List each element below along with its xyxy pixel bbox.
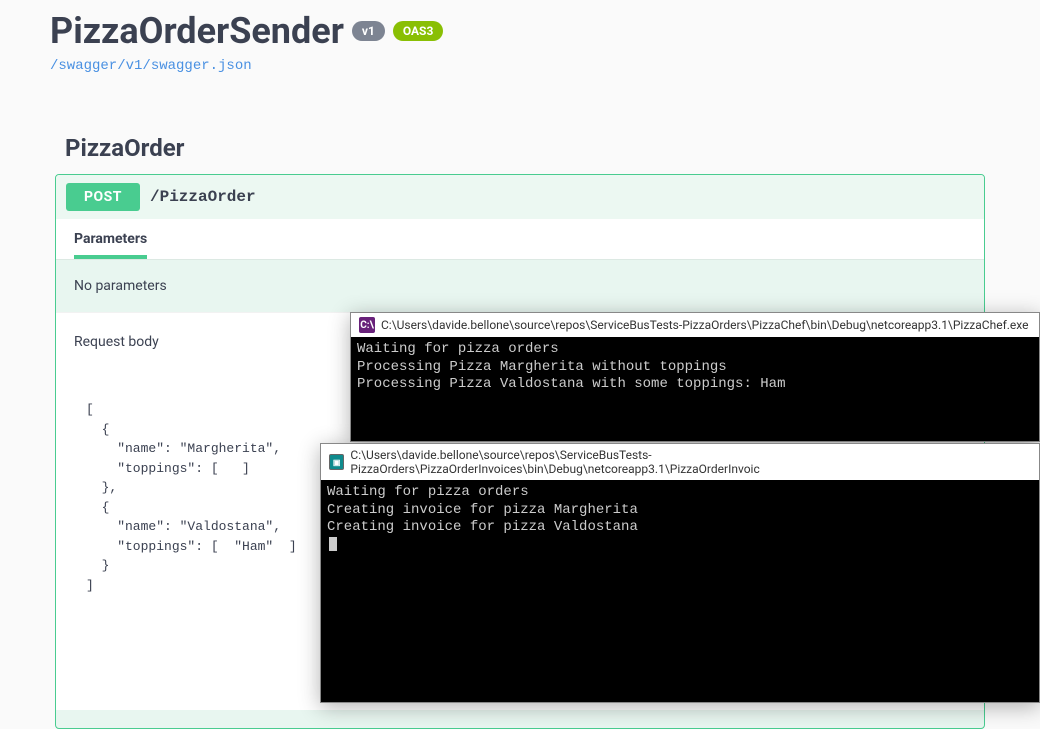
cursor-icon <box>329 537 337 551</box>
terminal-pizzaorderinvoices[interactable]: ▣ C:\Users\davide.bellone\source\repos\S… <box>320 443 1040 703</box>
parameters-tab-row: Parameters <box>56 219 984 259</box>
operation-summary[interactable]: POST /PizzaOrder <box>56 175 984 219</box>
console-icon: ▣ <box>329 454 344 470</box>
swagger-json-link[interactable]: /swagger/v1/swagger.json <box>50 58 252 74</box>
terminal-output: Waiting for pizza orders Creating invoic… <box>321 480 1039 558</box>
terminal-titlebar[interactable]: ▣ C:\Users\davide.bellone\source\repos\S… <box>321 444 1039 480</box>
endpoint-path: /PizzaOrder <box>150 188 256 206</box>
console-icon: C:\ <box>359 317 375 333</box>
oas-badge: OAS3 <box>393 21 444 41</box>
terminal-title: C:\Users\davide.bellone\source\repos\Ser… <box>350 448 1031 476</box>
terminal-title: C:\Users\davide.bellone\source\repos\Ser… <box>381 318 1028 332</box>
request-body-label: Request body <box>74 334 159 350</box>
version-badge: v1 <box>352 21 385 41</box>
http-method-label: POST <box>66 183 140 211</box>
parameters-tab[interactable]: Parameters <box>74 231 147 259</box>
no-parameters-text: No parameters <box>56 259 984 312</box>
terminal-output: Waiting for pizza orders Processing Pizz… <box>351 337 1039 398</box>
terminal-titlebar[interactable]: C:\ C:\Users\davide.bellone\source\repos… <box>351 313 1039 337</box>
terminal-pizzachef[interactable]: C:\ C:\Users\davide.bellone\source\repos… <box>350 312 1040 442</box>
section-heading[interactable]: PizzaOrder <box>0 79 1040 174</box>
title-row: PizzaOrderSender v1 OAS3 <box>50 10 990 52</box>
api-title: PizzaOrderSender <box>50 10 344 52</box>
swagger-header: PizzaOrderSender v1 OAS3 /swagger/v1/swa… <box>0 0 1040 79</box>
